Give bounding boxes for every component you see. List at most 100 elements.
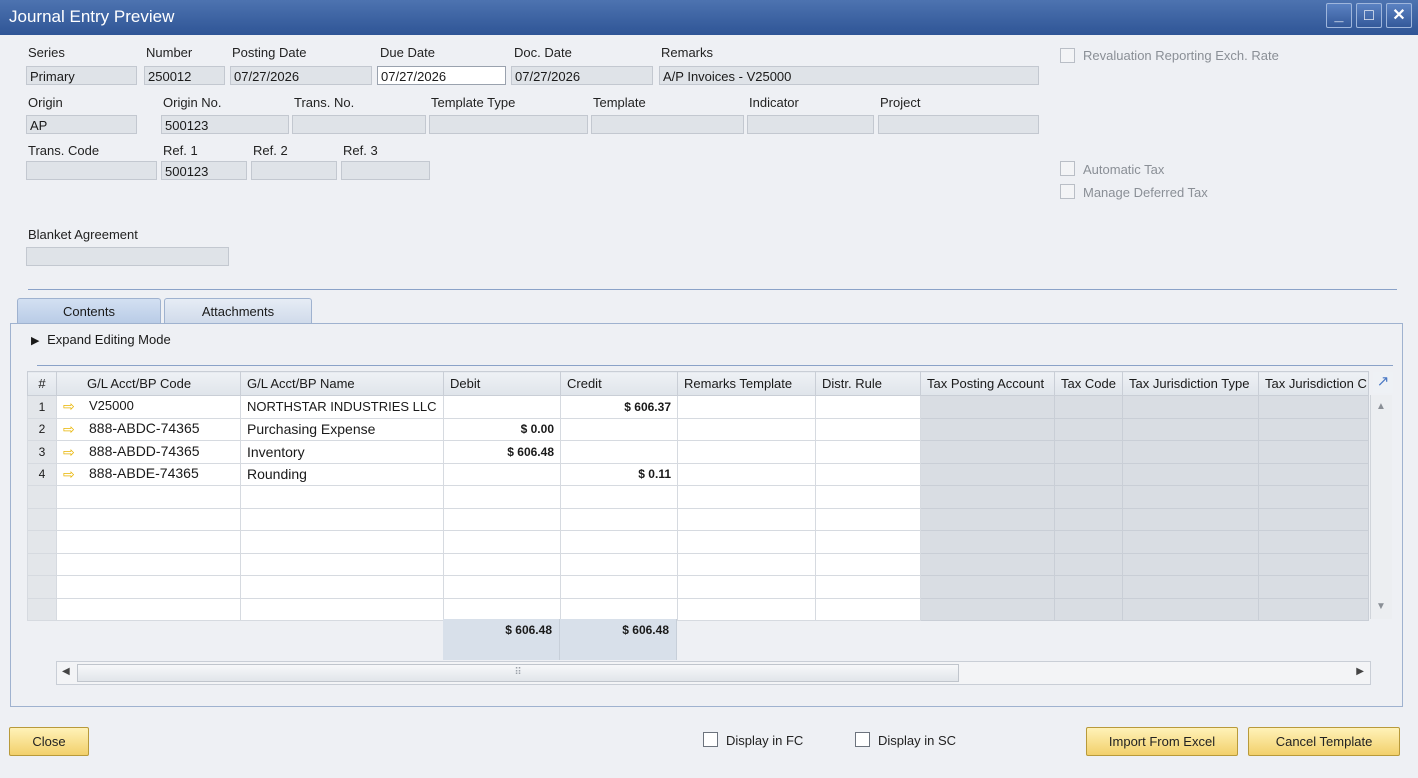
remarks-template-cell[interactable] bbox=[677, 485, 816, 509]
debit-cell[interactable] bbox=[443, 575, 561, 599]
remarks-template-cell[interactable] bbox=[677, 575, 816, 599]
display-fc-checkbox[interactable] bbox=[703, 732, 718, 747]
distr-rule-cell[interactable] bbox=[815, 440, 921, 464]
project-field[interactable] bbox=[878, 115, 1039, 134]
col-header-debit[interactable]: Debit bbox=[443, 371, 561, 396]
credit-cell[interactable]: $ 0.11 bbox=[560, 462, 678, 486]
debit-cell[interactable]: $ 606.48 bbox=[443, 440, 561, 464]
distr-rule-cell[interactable] bbox=[815, 395, 921, 419]
remarks-template-cell[interactable] bbox=[677, 462, 816, 486]
distr-rule-cell[interactable] bbox=[815, 485, 921, 509]
empty-row[interactable] bbox=[27, 575, 1369, 599]
debit-cell[interactable] bbox=[443, 597, 561, 621]
automatic-tax-checkbox[interactable] bbox=[1060, 161, 1075, 176]
name-cell[interactable]: Rounding bbox=[240, 462, 444, 486]
template-type-field[interactable] bbox=[429, 115, 588, 134]
minimize-button[interactable]: _ bbox=[1326, 3, 1352, 28]
code-cell[interactable] bbox=[56, 485, 241, 509]
col-header-tax-posting-account[interactable]: Tax Posting Account bbox=[920, 371, 1055, 396]
col-header-tax-code[interactable]: Tax Code bbox=[1054, 371, 1123, 396]
code-cell[interactable] bbox=[56, 530, 241, 554]
indicator-field[interactable] bbox=[747, 115, 874, 134]
name-cell[interactable] bbox=[240, 485, 444, 509]
remarks-field[interactable]: A/P Invoices - V25000 bbox=[659, 66, 1039, 85]
origin-no-field[interactable]: 500123 bbox=[161, 115, 289, 134]
empty-row[interactable] bbox=[27, 507, 1369, 531]
code-cell[interactable] bbox=[56, 597, 241, 621]
credit-cell[interactable] bbox=[560, 440, 678, 464]
trans-no-field[interactable] bbox=[292, 115, 426, 134]
remarks-template-cell[interactable] bbox=[677, 597, 816, 621]
col-header-code[interactable]: G/L Acct/BP Code bbox=[56, 371, 241, 396]
empty-row[interactable] bbox=[27, 597, 1369, 621]
link-arrow-icon[interactable]: ⇨ bbox=[63, 398, 81, 415]
distr-rule-cell[interactable] bbox=[815, 417, 921, 441]
col-header-name[interactable]: G/L Acct/BP Name bbox=[240, 371, 444, 396]
debit-cell[interactable] bbox=[443, 507, 561, 531]
credit-cell[interactable]: $ 606.37 bbox=[560, 395, 678, 419]
series-field[interactable]: Primary bbox=[26, 66, 137, 85]
name-cell[interactable] bbox=[240, 575, 444, 599]
col-header-remarks-template[interactable]: Remarks Template bbox=[677, 371, 816, 396]
col-header-tax-jurisdiction-code[interactable]: Tax Jurisdiction C bbox=[1258, 371, 1369, 396]
debit-cell[interactable] bbox=[443, 530, 561, 554]
code-cell[interactable] bbox=[56, 575, 241, 599]
name-cell[interactable] bbox=[240, 530, 444, 554]
ref3-field[interactable] bbox=[341, 161, 430, 180]
due-date-field[interactable]: 07/27/2026 bbox=[377, 66, 506, 85]
name-cell[interactable] bbox=[240, 552, 444, 576]
table-row[interactable]: 2 ⇨ 888-ABDC-74365 Purchasing Expense $ 0… bbox=[27, 417, 1369, 441]
manage-deferred-tax-checkbox[interactable] bbox=[1060, 184, 1075, 199]
tab-contents[interactable]: Contents bbox=[17, 298, 161, 324]
distr-rule-cell[interactable] bbox=[815, 507, 921, 531]
credit-cell[interactable] bbox=[560, 507, 678, 531]
credit-cell[interactable] bbox=[560, 485, 678, 509]
scroll-up-icon[interactable]: ▲ bbox=[1376, 401, 1386, 412]
empty-row[interactable] bbox=[27, 530, 1369, 554]
expand-editing-mode-toggle[interactable]: ▶ Expand Editing Mode bbox=[31, 332, 171, 347]
close-button[interactable]: Close bbox=[9, 727, 89, 756]
template-field[interactable] bbox=[591, 115, 744, 134]
empty-row[interactable] bbox=[27, 552, 1369, 576]
code-cell[interactable] bbox=[56, 507, 241, 531]
grid-vertical-scrollbar[interactable]: ▲ ▼ bbox=[1370, 395, 1392, 619]
scroll-down-icon[interactable]: ▼ bbox=[1376, 601, 1386, 612]
remarks-template-cell[interactable] bbox=[677, 507, 816, 531]
table-row[interactable]: 4 ⇨ 888-ABDE-74365 Rounding $ 0.11 bbox=[27, 462, 1369, 486]
col-header-number[interactable]: # bbox=[27, 371, 57, 396]
ref1-field[interactable]: 500123 bbox=[161, 161, 247, 180]
distr-rule-cell[interactable] bbox=[815, 552, 921, 576]
number-field[interactable]: 250012 bbox=[144, 66, 225, 85]
remarks-template-cell[interactable] bbox=[677, 552, 816, 576]
code-cell[interactable]: ⇨ 888-ABDE-74365 bbox=[56, 462, 241, 486]
debit-cell[interactable]: $ 0.00 bbox=[443, 417, 561, 441]
origin-field[interactable]: AP bbox=[26, 115, 137, 134]
link-arrow-icon[interactable]: ⇨ bbox=[63, 421, 81, 438]
trans-code-field[interactable] bbox=[26, 161, 157, 180]
credit-cell[interactable] bbox=[560, 552, 678, 576]
credit-cell[interactable] bbox=[560, 575, 678, 599]
debit-cell[interactable] bbox=[443, 485, 561, 509]
col-header-distr-rule[interactable]: Distr. Rule bbox=[815, 371, 921, 396]
link-arrow-icon[interactable]: ⇨ bbox=[63, 444, 81, 461]
display-sc-checkbox[interactable] bbox=[855, 732, 870, 747]
revaluation-checkbox[interactable] bbox=[1060, 48, 1075, 63]
credit-cell[interactable] bbox=[560, 597, 678, 621]
credit-cell[interactable] bbox=[560, 530, 678, 554]
distr-rule-cell[interactable] bbox=[815, 462, 921, 486]
grid-horizontal-scrollbar[interactable]: ◀ ⠿ ▶ bbox=[56, 661, 1371, 685]
link-arrow-icon[interactable]: ⇨ bbox=[63, 466, 81, 483]
remarks-template-cell[interactable] bbox=[677, 530, 816, 554]
scroll-right-icon[interactable]: ▶ bbox=[1356, 666, 1364, 677]
table-row[interactable]: 1 ⇨ V25000 NORTHSTAR INDUSTRIES LLC $ 606… bbox=[27, 395, 1369, 419]
debit-cell[interactable] bbox=[443, 395, 561, 419]
name-cell[interactable]: Inventory bbox=[240, 440, 444, 464]
distr-rule-cell[interactable] bbox=[815, 597, 921, 621]
name-cell[interactable]: NORTHSTAR INDUSTRIES LLC bbox=[240, 395, 444, 419]
tab-attachments[interactable]: Attachments bbox=[164, 298, 312, 324]
code-cell[interactable]: ⇨ V25000 bbox=[56, 395, 241, 419]
distr-rule-cell[interactable] bbox=[815, 575, 921, 599]
expand-grid-icon[interactable]: ↗ bbox=[1373, 372, 1393, 393]
remarks-template-cell[interactable] bbox=[677, 440, 816, 464]
remarks-template-cell[interactable] bbox=[677, 417, 816, 441]
